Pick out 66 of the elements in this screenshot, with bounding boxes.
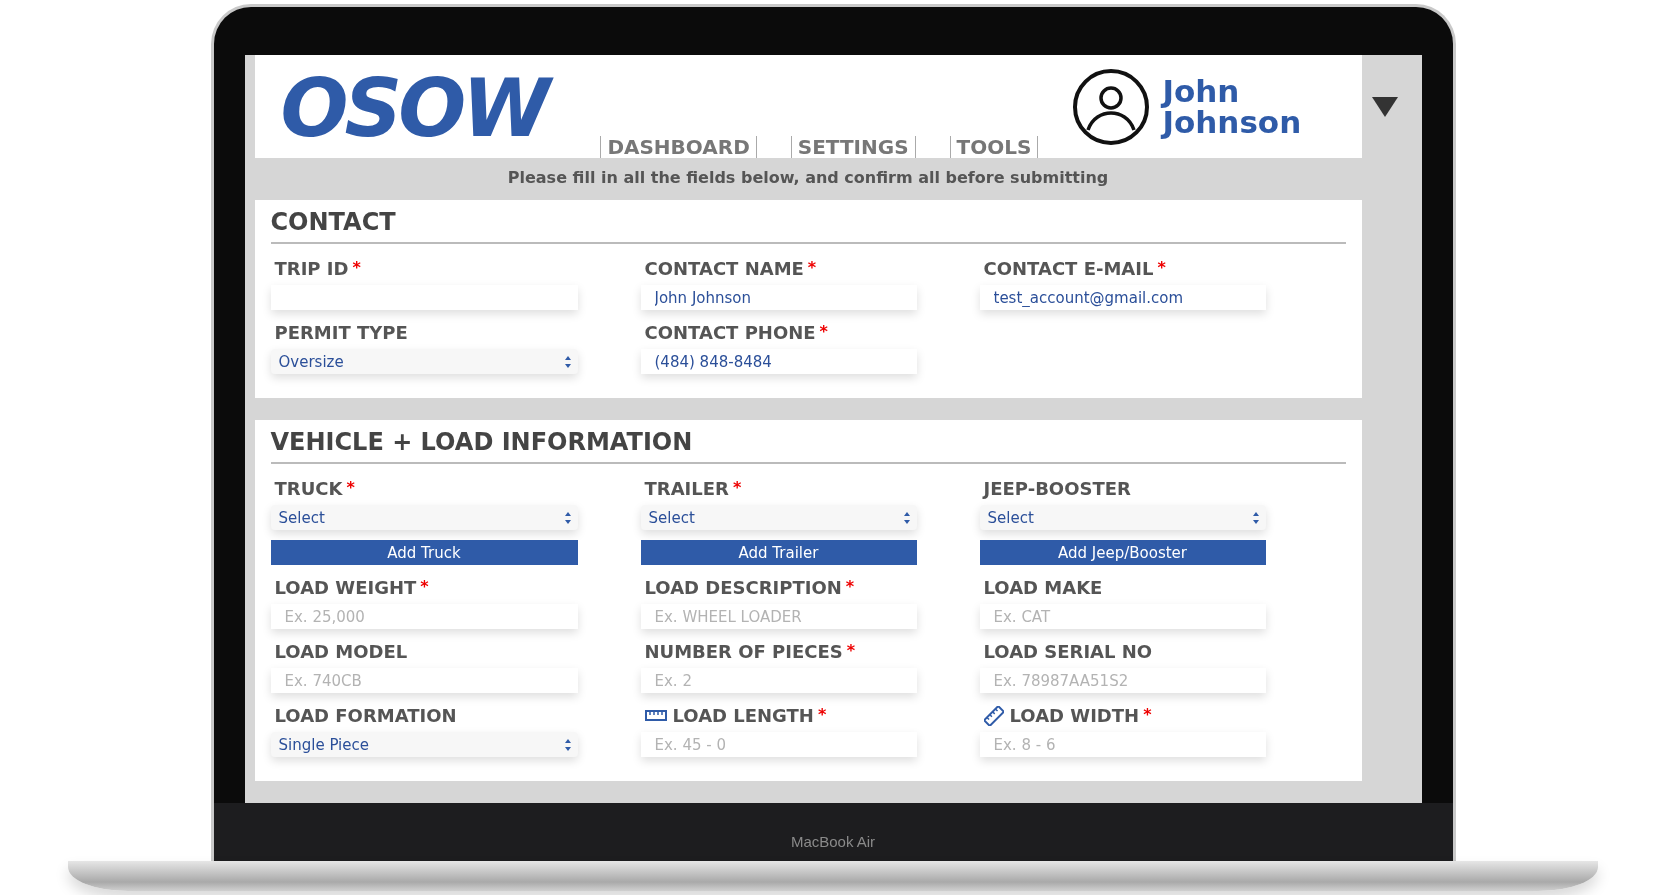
input-field[interactable]: Ex. 78987AA51S2 (979, 668, 1266, 693)
select-field[interactable]: Select (270, 505, 578, 530)
select-field[interactable]: Select (979, 505, 1266, 530)
required-mark: * (807, 258, 817, 277)
add-button[interactable]: Add Jeep/Booster (979, 540, 1266, 565)
add-button[interactable]: Add Trailer (640, 540, 917, 565)
select-field[interactable]: Oversize (270, 349, 578, 374)
field-label: TRAILER (644, 478, 729, 499)
nav-link[interactable]: DASHBOARD (600, 136, 757, 158)
input-field[interactable]: Ex. 2 (640, 668, 917, 693)
input-field[interactable]: Ex. 45 - 0 (640, 732, 917, 757)
user-name: John Johnson (1162, 75, 1303, 138)
logo: OSOW (276, 62, 561, 155)
add-button[interactable]: Add Truck (270, 540, 578, 565)
input-field[interactable]: test_account@gmail.com (979, 285, 1266, 310)
field-label: JEEP-BOOSTER (983, 478, 1131, 499)
ruler-icon (983, 705, 1004, 726)
field-label: LOAD WEIGHT (274, 577, 417, 598)
sort-arrows-icon (563, 510, 572, 525)
field-label: LOAD SERIAL NO (983, 641, 1153, 662)
field-label: LOAD MAKE (983, 577, 1103, 598)
required-mark: * (352, 258, 361, 277)
nav-link[interactable]: TOOLS (949, 136, 1039, 158)
nav-link[interactable]: SETTINGS (790, 136, 916, 158)
required-mark: * (817, 705, 827, 724)
required-mark: * (346, 478, 355, 497)
field-label: LOAD FORMATION (274, 705, 457, 726)
instruction-text: Please fill in all the fields below, and confirm all before submitting (506, 167, 1110, 189)
sort-arrows-icon (902, 510, 911, 525)
input-field[interactable]: John Johnson (640, 285, 917, 310)
field-label: LOAD WIDTH (1009, 705, 1140, 726)
user-avatar-icon (1072, 67, 1151, 146)
sort-arrows-icon (1251, 510, 1260, 525)
required-mark: * (819, 322, 828, 341)
field-label: CONTACT NAME (644, 258, 804, 279)
field-label: TRUCK (274, 478, 343, 499)
ruler-icon (644, 709, 667, 722)
select-field[interactable]: Select (640, 505, 917, 530)
device-label: MacBook Air (790, 832, 876, 850)
input-field[interactable]: Ex. CAT (979, 604, 1266, 629)
field-label: LOAD DESCRIPTION (644, 577, 842, 598)
required-mark: * (845, 577, 855, 596)
section-title: CONTACT (270, 208, 1346, 244)
field-label: TRIP ID (274, 258, 349, 279)
required-mark: * (846, 641, 856, 660)
input-field[interactable]: Ex. 25,000 (270, 604, 578, 629)
required-mark: * (732, 478, 742, 497)
sort-arrows-icon (563, 737, 572, 752)
section-title: VEHICLE + LOAD INFORMATION (270, 428, 1346, 464)
caret-icon[interactable] (1372, 96, 1399, 117)
required-mark: * (420, 577, 429, 596)
select-field[interactable]: Single Piece (270, 732, 578, 757)
input-field[interactable]: Ex. WHEEL LOADER (640, 604, 917, 629)
field-label: CONTACT PHONE (644, 322, 816, 343)
field-label: LOAD MODEL (274, 641, 408, 662)
required-mark: * (1143, 705, 1152, 724)
field-label: PERMIT TYPE (274, 322, 408, 343)
sort-arrows-icon (563, 354, 572, 369)
input-field[interactable]: Ex. 8 - 6 (979, 732, 1266, 757)
input-field[interactable]: (484) 848-8484 (640, 349, 917, 374)
field-label: CONTACT E-MAIL (983, 258, 1154, 279)
input-field[interactable] (270, 285, 578, 310)
input-field[interactable]: Ex. 740CB (270, 668, 578, 693)
field-label: NUMBER OF PIECES (644, 641, 843, 662)
field-label: LOAD LENGTH (672, 705, 814, 726)
required-mark: * (1157, 258, 1166, 277)
